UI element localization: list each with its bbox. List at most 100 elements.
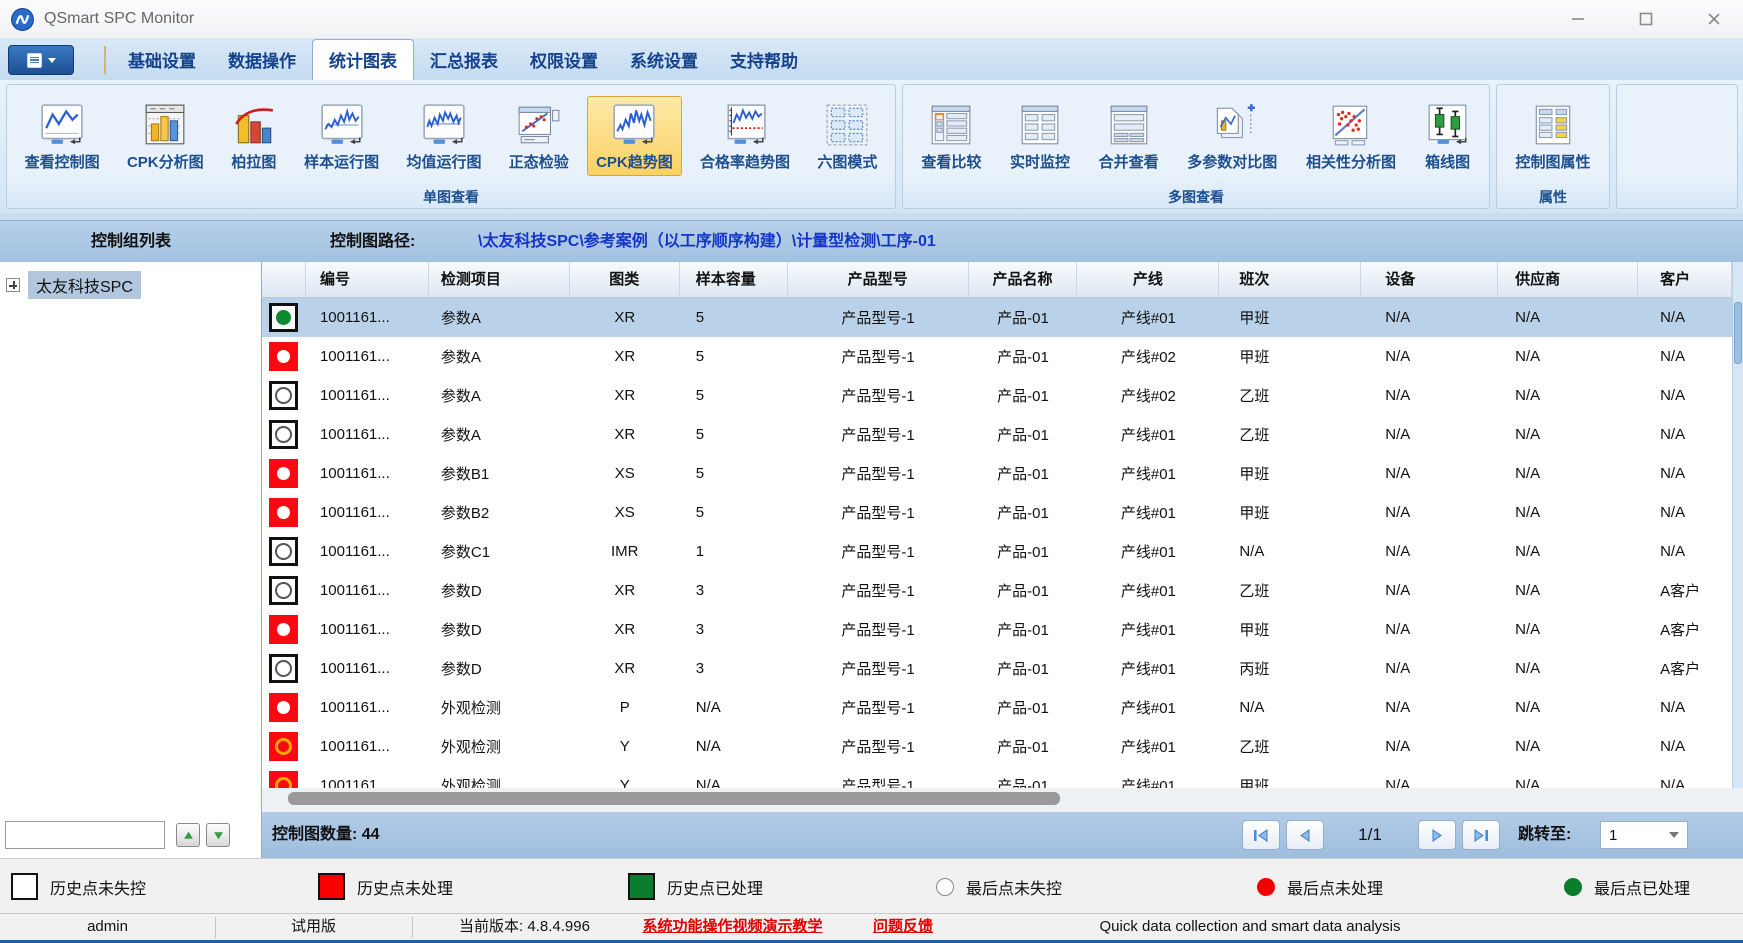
header-col-9[interactable]: 供应商 (1498, 262, 1638, 298)
ribbon-button-1-4[interactable]: 相关性分析图 (1297, 96, 1405, 176)
cell-6-10: N/A (1638, 543, 1732, 560)
cell-6-8: N/A (1361, 543, 1498, 560)
header-status-column[interactable] (262, 262, 306, 298)
feedback-link[interactable]: 问题反馈 (848, 914, 958, 941)
ribbon-button-0-0[interactable]: 查看控制图 (16, 96, 109, 176)
ribbon-button-0-3[interactable]: 样本运行图 (295, 96, 388, 176)
cell-7-10: A客户 (1638, 580, 1732, 601)
ribbon-button-1-2[interactable]: 合并查看 (1090, 96, 1168, 176)
spin-down-icon[interactable] (206, 823, 230, 847)
ribbon-button-0-7[interactable]: 合格率趋势图 (691, 96, 799, 176)
ribbon-button-label: 柏拉图 (231, 151, 276, 172)
tab-4[interactable]: 权限设置 (514, 40, 614, 80)
cell-5-4: 产品型号-1 (788, 502, 969, 523)
table-row[interactable]: 1001161...参数AXR5产品型号-1产品-01产线#01乙班N/AN/A… (262, 415, 1732, 454)
cell-10-9: N/A (1498, 699, 1638, 716)
header-col-10[interactable]: 客户 (1638, 262, 1732, 298)
table-row[interactable]: 1001161...外观检测PN/A产品型号-1产品-01产线#01N/AN/A… (262, 688, 1732, 727)
ribbon-button-1-0[interactable]: 查看比较 (912, 96, 990, 176)
horizontal-scrollbar-thumb[interactable] (288, 792, 1060, 805)
next-page-icon[interactable] (1418, 820, 1456, 850)
last-page-icon[interactable] (1462, 820, 1500, 850)
vertical-scrollbar-thumb[interactable] (1734, 302, 1742, 364)
ribbon-button-1-5[interactable]: 箱线图 (1416, 96, 1480, 176)
table-row[interactable]: 1001161...参数DXR3产品型号-1产品-01产线#01乙班N/AN/A… (262, 571, 1732, 610)
ribbon-button-label: 正态检验 (509, 151, 569, 172)
ribbon-button-0-6[interactable]: CPK趋势图 (587, 96, 682, 176)
horizontal-scrollbar[interactable] (262, 788, 1743, 812)
video-tutorial-link[interactable]: 系统功能操作视频演示教学 (625, 914, 840, 941)
header-col-1[interactable]: 检测项目 (429, 262, 570, 298)
close-icon[interactable] (1699, 7, 1729, 31)
legend-item: 最后点已处理 (1564, 859, 1690, 914)
tab-5[interactable]: 系统设置 (614, 40, 714, 80)
ribbon-button-2-0[interactable]: 控制图属性 (1506, 96, 1599, 176)
normal-test-icon (516, 102, 562, 148)
table-row[interactable]: 1001161...参数B1XS5产品型号-1产品-01产线#01甲班N/AN/… (262, 454, 1732, 493)
jump-to-select[interactable]: 1 (1600, 821, 1688, 849)
cell-12-0: 1001161... (306, 777, 429, 788)
minimize-icon[interactable] (1563, 7, 1593, 31)
chevron-down-icon (48, 58, 56, 63)
ribbon-button-0-4[interactable]: 均值运行图 (397, 96, 490, 176)
maximize-icon[interactable] (1631, 7, 1661, 31)
statusbar-version: 当前版本: 4.8.4.996 (412, 914, 637, 941)
ribbon-button-label: 样本运行图 (304, 151, 379, 172)
chart-count-label: 控制图数量: 44 (272, 812, 380, 858)
cell-7-7: 乙班 (1219, 580, 1361, 601)
header-col-0[interactable]: 编号 (306, 262, 429, 298)
table-row[interactable]: 1001161...参数DXR3产品型号-1产品-01产线#01丙班N/AN/A… (262, 649, 1732, 688)
header-col-3[interactable]: 样本容量 (680, 262, 788, 298)
tab-1[interactable]: 数据操作 (212, 40, 312, 80)
table-row[interactable]: 1001161...外观检测YN/A产品型号-1产品-01产线#01甲班N/AN… (262, 766, 1732, 788)
cell-11-7: 乙班 (1219, 736, 1361, 757)
cell-11-9: N/A (1498, 738, 1638, 755)
cell-0-6: 产线#01 (1077, 307, 1219, 328)
tree-search-input[interactable] (5, 821, 165, 849)
red-ring-status-icon (269, 732, 298, 761)
jump-to-label: 跳转至: (1518, 812, 1571, 858)
tab-0[interactable]: 基础设置 (112, 40, 212, 80)
cell-12-7: 甲班 (1219, 775, 1361, 788)
cell-3-5: 产品-01 (969, 424, 1078, 445)
ribbon-button-label: CPK分析图 (127, 151, 204, 172)
vertical-scrollbar[interactable] (1732, 262, 1743, 788)
header-col-8[interactable]: 设备 (1361, 262, 1498, 298)
pagination-bar: 控制图数量: 44 1/1 跳转至: 1 (0, 812, 1743, 858)
ribbon-toolbar: 查看控制图 CPK分析图 柏拉图 样本运行图均值运行图正态检验 CPK趋势图 合格率趋势图… (0, 80, 1743, 213)
ribbon-button-label: 合格率趋势图 (700, 151, 790, 172)
cell-3-3: 5 (680, 426, 788, 443)
tree-root-node[interactable]: 太友科技SPC (28, 271, 141, 299)
app-menu-icon[interactable] (8, 45, 74, 75)
ribbon-button-0-8[interactable]: 六图模式 (808, 96, 886, 176)
cell-1-7: 甲班 (1219, 346, 1361, 367)
ribbon-button-1-1[interactable]: 实时监控 (1001, 96, 1079, 176)
tab-6[interactable]: 支持帮助 (714, 40, 814, 80)
header-col-2[interactable]: 图类 (570, 262, 680, 298)
tab-3[interactable]: 汇总报表 (414, 40, 514, 80)
cell-11-10: N/A (1638, 738, 1732, 755)
prev-page-icon[interactable] (1286, 820, 1324, 850)
header-col-6[interactable]: 产线 (1077, 262, 1219, 298)
table-row[interactable]: 1001161...参数DXR3产品型号-1产品-01产线#01甲班N/AN/A… (262, 610, 1732, 649)
ribbon-button-1-3[interactable]: 多参数对比图 (1178, 96, 1286, 176)
table-row[interactable]: 1001161...参数AXR5产品型号-1产品-01产线#01甲班N/AN/A… (262, 298, 1732, 337)
first-page-icon[interactable] (1242, 820, 1280, 850)
header-col-4[interactable]: 产品型号 (788, 262, 969, 298)
tree-expand-icon[interactable] (6, 278, 20, 292)
chart-props-icon (1530, 102, 1576, 148)
ribbon-button-0-1[interactable]: CPK分析图 (118, 96, 213, 176)
ribbon-button-0-2[interactable]: 柏拉图 (222, 96, 286, 176)
ribbon-button-0-5[interactable]: 正态检验 (500, 96, 578, 176)
table-row[interactable]: 1001161...参数B2XS5产品型号-1产品-01产线#01甲班N/AN/… (262, 493, 1732, 532)
table-row[interactable]: 1001161...参数AXR5产品型号-1产品-01产线#02乙班N/AN/A… (262, 376, 1732, 415)
table-row[interactable]: 1001161...参数AXR5产品型号-1产品-01产线#02甲班N/AN/A… (262, 337, 1732, 376)
ribbon-button-label: CPK趋势图 (596, 151, 673, 172)
tree-root-row[interactable]: 太友科技SPC (6, 271, 141, 299)
tab-2[interactable]: 统计图表 (312, 39, 414, 80)
spin-up-icon[interactable] (176, 823, 200, 847)
header-col-7[interactable]: 班次 (1219, 262, 1361, 298)
header-col-5[interactable]: 产品名称 (969, 262, 1078, 298)
table-row[interactable]: 1001161...参数C1IMR1产品型号-1产品-01产线#01N/AN/A… (262, 532, 1732, 571)
table-row[interactable]: 1001161...外观检测YN/A产品型号-1产品-01产线#01乙班N/AN… (262, 727, 1732, 766)
